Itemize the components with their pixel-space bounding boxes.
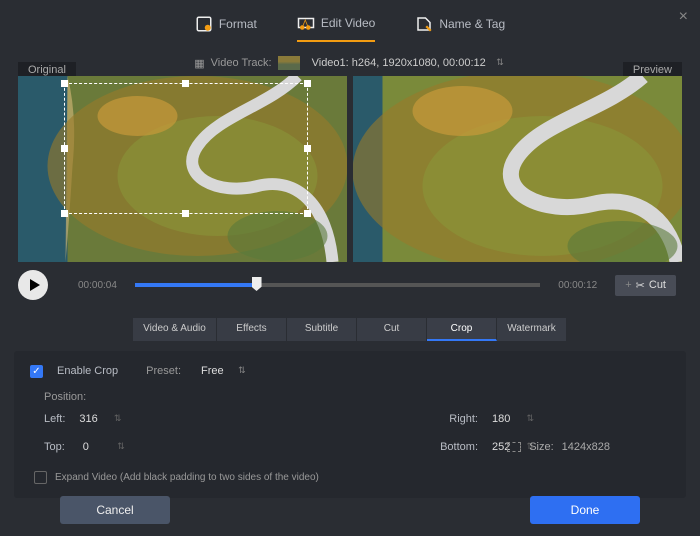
seek-bar[interactable] [135, 283, 540, 287]
cut-button[interactable]: + ✂ Cut [615, 275, 676, 296]
close-icon[interactable]: × [679, 8, 688, 26]
original-pane[interactable] [18, 76, 347, 262]
tab-format[interactable]: Format [195, 14, 257, 42]
position-label: Position: [44, 391, 670, 403]
total-time: 00:00:12 [558, 280, 597, 291]
video-track-thumb [278, 56, 300, 70]
crop-handle[interactable] [304, 210, 311, 217]
expand-video-checkbox[interactable] [34, 471, 47, 484]
tab-watermark[interactable]: Watermark [497, 318, 567, 341]
current-time: 00:00:04 [78, 280, 117, 291]
crop-rectangle[interactable] [64, 83, 307, 213]
tab-name-tag[interactable]: Name & Tag [415, 14, 505, 42]
video-track-bar: ▦ Video Track: Video1: h264, 1920x1080, … [0, 52, 700, 76]
crop-handle[interactable] [182, 210, 189, 217]
left-input[interactable]: 316 [75, 411, 123, 427]
expand-video-label: Expand Video (Add black padding to two s… [55, 472, 319, 483]
edit-tabs: Video & Audio Effects Subtitle Cut Crop … [0, 318, 700, 341]
size-label: Size: [529, 441, 553, 453]
tab-label: Edit Video [321, 16, 376, 30]
enable-crop-checkbox[interactable]: ✓ [30, 365, 43, 378]
bottom-label: Bottom: [440, 441, 478, 453]
crop-handle[interactable] [304, 80, 311, 87]
crop-panel: ✓ Enable Crop Preset: Free Position: Lef… [14, 351, 686, 498]
seek-fill [135, 283, 257, 287]
plus-icon: + [625, 279, 631, 291]
preset-select[interactable]: Free [195, 363, 254, 379]
crop-handle[interactable] [61, 210, 68, 217]
tab-video-audio[interactable]: Video & Audio [133, 318, 217, 341]
tab-label: Name & Tag [439, 17, 505, 31]
video-track-select[interactable]: Video1: h264, 1920x1080, 00:00:12 [306, 57, 506, 69]
preset-label: Preset: [146, 365, 181, 377]
tab-crop[interactable]: Crop [427, 318, 497, 341]
done-button[interactable]: Done [530, 496, 640, 524]
top-input[interactable]: 0 [79, 439, 127, 455]
crop-handle[interactable] [304, 145, 311, 152]
video-track-label: Video Track: [211, 57, 272, 69]
size-value: 1424x828 [562, 441, 610, 453]
right-input[interactable]: 180 [488, 411, 536, 427]
play-button[interactable] [18, 270, 48, 300]
tab-cut[interactable]: Cut [357, 318, 427, 341]
seek-knob[interactable] [252, 277, 262, 291]
edit-video-icon [297, 14, 315, 32]
crop-handle[interactable] [61, 145, 68, 152]
preview-pane [353, 76, 682, 262]
playback-bar: 00:00:04 00:00:12 + ✂ Cut [0, 262, 700, 304]
tab-label: Format [219, 17, 257, 31]
video-area: Original Preview [0, 76, 700, 262]
name-tag-icon [415, 15, 433, 33]
tab-subtitle[interactable]: Subtitle [287, 318, 357, 341]
aspect-icon [507, 442, 521, 452]
crop-handle[interactable] [182, 80, 189, 87]
format-icon [195, 15, 213, 33]
bottom-bar: Cancel Done [0, 496, 700, 524]
tab-edit-video[interactable]: Edit Video [297, 14, 376, 42]
tab-effects[interactable]: Effects [217, 318, 287, 341]
left-label: Left: [44, 413, 65, 425]
film-icon: ▦ [194, 57, 204, 70]
top-label: Top: [44, 441, 65, 453]
scissors-icon: ✂ [636, 279, 645, 292]
top-tabs: Format Edit Video Name & Tag [0, 0, 700, 52]
crop-handle[interactable] [61, 80, 68, 87]
cut-label: Cut [649, 279, 666, 291]
enable-crop-label: Enable Crop [57, 365, 118, 377]
cancel-button[interactable]: Cancel [60, 496, 170, 524]
right-label: Right: [449, 413, 478, 425]
